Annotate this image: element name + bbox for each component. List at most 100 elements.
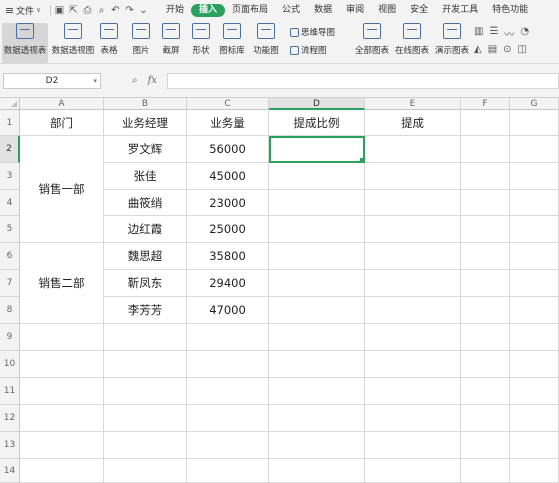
undo-icon[interactable]: ↶ [110,5,121,16]
column-header-a[interactable]: A [20,98,104,110]
cell[interactable] [510,136,559,163]
manager-cell[interactable]: 靳凤东 [104,270,187,297]
file-menu[interactable]: 文件 ∨ [0,4,50,17]
column-header-c[interactable]: C [187,98,269,110]
cell[interactable] [269,324,365,351]
cell[interactable] [461,459,510,483]
column-header-g[interactable]: G [510,98,559,110]
cell[interactable] [510,432,559,459]
cell[interactable] [20,405,104,432]
cell[interactable] [187,378,269,405]
cell[interactable] [510,297,559,324]
column-header-b[interactable]: B [104,98,187,110]
cell[interactable] [187,351,269,378]
cell[interactable] [510,351,559,378]
row-header-14[interactable]: 14 [0,459,20,483]
cell[interactable] [461,297,510,324]
table-button[interactable]: 表格 [98,23,120,63]
redo-icon[interactable]: ↷ [124,5,135,16]
tab-developer[interactable]: 开发工具 [435,0,485,20]
tab-special-features[interactable]: 特色功能 [485,0,535,20]
cell[interactable] [365,297,461,324]
fx-icon[interactable]: fx [148,75,157,86]
cell[interactable] [510,216,559,243]
cell[interactable] [269,190,365,216]
demo-charts-button[interactable]: 演示图表 [434,23,470,63]
manager-cell[interactable]: 罗文辉 [104,136,187,163]
header-cell-department[interactable]: 部门 [20,110,104,136]
tab-page-layout[interactable]: 页面布局 [225,0,275,20]
volume-cell[interactable]: 35800 [187,243,269,270]
cell[interactable] [187,324,269,351]
volume-cell[interactable]: 56000 [187,136,269,163]
icon-library-button[interactable]: 图标库 [218,23,246,63]
cell[interactable] [510,324,559,351]
row-header-2[interactable]: 2 [0,136,20,163]
cell[interactable] [269,432,365,459]
more-icon[interactable]: ⌄ [138,5,149,16]
column-header-f[interactable]: F [461,98,510,110]
cell[interactable] [20,351,104,378]
volume-cell[interactable]: 29400 [187,270,269,297]
mind-map-button[interactable]: 思维导图 [290,26,335,38]
pivot-table-button[interactable]: 数据透视表 [2,23,48,63]
cell[interactable] [104,324,187,351]
volume-cell[interactable]: 23000 [187,190,269,216]
save-icon[interactable]: ▣ [54,5,65,16]
row-header-7[interactable]: 7 [0,270,20,297]
cell[interactable] [104,459,187,483]
online-charts-button[interactable]: 在线图表 [394,23,430,63]
cell[interactable] [269,405,365,432]
manager-cell[interactable]: 张佳 [104,163,187,190]
row-header-1[interactable]: 1 [0,110,20,136]
manager-cell[interactable]: 边红霞 [104,216,187,243]
cell[interactable] [461,432,510,459]
cell[interactable] [269,163,365,190]
all-charts-button[interactable]: 全部图表 [354,23,390,63]
manager-cell[interactable]: 魏思超 [104,243,187,270]
row-header-11[interactable]: 11 [0,378,20,405]
cell[interactable] [269,378,365,405]
combo-chart-icon[interactable]: ◫ [518,44,527,55]
cell[interactable] [187,459,269,483]
cell[interactable] [461,190,510,216]
area-chart-icon[interactable]: ◭ [474,44,482,55]
cell[interactable] [365,351,461,378]
line-chart-icon[interactable]: 〰 [504,26,514,41]
screenshot-button[interactable]: 截屏 [158,23,184,63]
cell[interactable] [269,216,365,243]
cell[interactable] [20,432,104,459]
cell[interactable] [365,270,461,297]
cell[interactable] [365,190,461,216]
row-header-5[interactable]: 5 [0,216,20,243]
formula-input[interactable] [167,73,559,89]
row-header-12[interactable]: 12 [0,405,20,432]
tab-insert[interactable]: 插入 [191,3,226,17]
cell[interactable] [461,136,510,163]
cell[interactable] [510,243,559,270]
volume-cell[interactable]: 45000 [187,163,269,190]
cell[interactable] [510,378,559,405]
cell[interactable] [365,163,461,190]
shapes-button[interactable]: 形状 [188,23,214,63]
cell[interactable] [20,459,104,483]
cell[interactable] [510,163,559,190]
cell[interactable] [365,459,461,483]
header-cell-commission-rate[interactable]: 提成比例 [269,110,365,136]
cell[interactable] [461,351,510,378]
header-cell-commission[interactable]: 提成 [365,110,461,136]
row-header-3[interactable]: 3 [0,163,20,190]
cell[interactable] [461,243,510,270]
export-icon[interactable]: ⇱ [68,5,79,16]
header-cell-volume[interactable]: 业务量 [187,110,269,136]
cell[interactable] [365,136,461,163]
cell[interactable] [461,216,510,243]
cell[interactable] [365,405,461,432]
cell[interactable] [269,459,365,483]
row-header-4[interactable]: 4 [0,190,20,216]
volume-cell[interactable]: 47000 [187,297,269,324]
column-header-d[interactable]: D [269,98,365,110]
cell[interactable] [461,163,510,190]
cell[interactable] [187,432,269,459]
function-chart-button[interactable]: 功能图 [250,23,282,63]
